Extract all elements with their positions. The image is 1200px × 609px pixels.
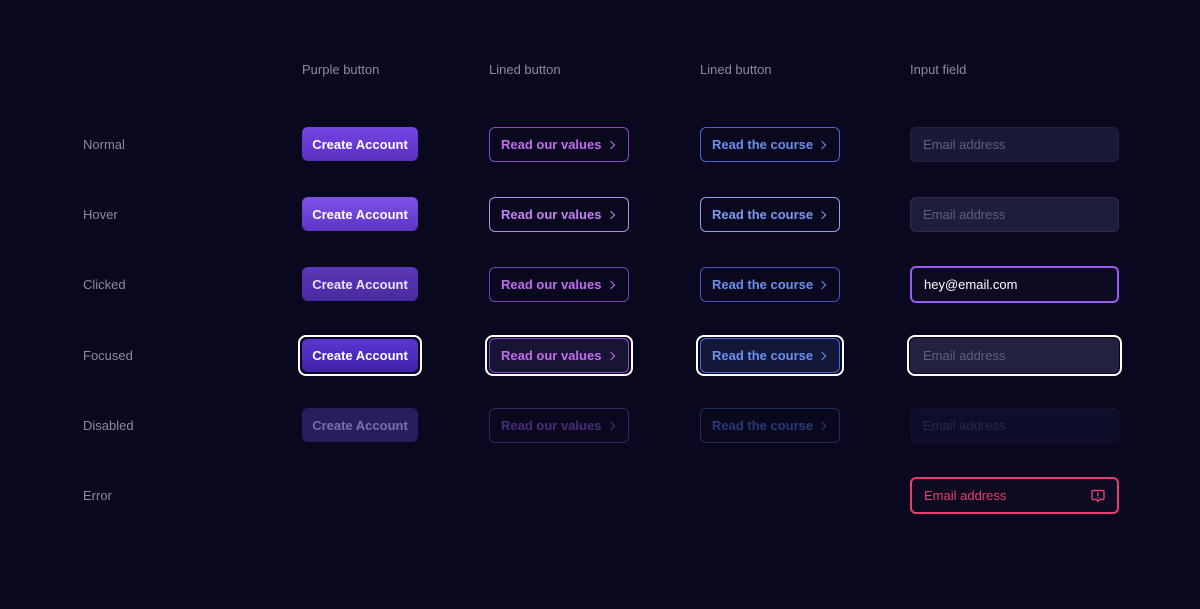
- read-course-button-normal[interactable]: Read the course: [700, 127, 840, 162]
- email-input-disabled: Email address: [910, 408, 1119, 443]
- chevron-right-icon: [817, 351, 827, 360]
- row-label-normal: Normal: [83, 137, 125, 152]
- read-values-label: Read our values: [501, 137, 602, 152]
- row-label-disabled: Disabled: [83, 418, 134, 433]
- chevron-right-icon: [606, 280, 616, 289]
- read-values-button-clicked[interactable]: Read our values: [489, 267, 629, 302]
- email-input-normal[interactable]: Email address: [910, 127, 1119, 162]
- row-label-focused: Focused: [83, 348, 133, 363]
- read-course-button-disabled: Read the course: [700, 408, 840, 443]
- chevron-right-icon: [817, 421, 827, 430]
- read-values-button-normal[interactable]: Read our values: [489, 127, 629, 162]
- read-course-label: Read the course: [712, 207, 814, 222]
- chevron-right-icon: [817, 210, 827, 219]
- create-account-button-disabled: Create Account: [302, 408, 418, 442]
- email-input-clicked[interactable]: hey@email.com: [910, 266, 1119, 303]
- read-course-button-clicked[interactable]: Read the course: [700, 267, 840, 302]
- column-header-lined-button-course: Lined button: [700, 62, 772, 77]
- read-values-button-hover[interactable]: Read our values: [489, 197, 629, 232]
- read-values-label: Read our values: [501, 207, 602, 222]
- chevron-right-icon: [606, 351, 616, 360]
- create-account-button-clicked[interactable]: Create Account: [302, 267, 418, 301]
- column-header-input-field: Input field: [910, 62, 967, 77]
- read-values-label: Read our values: [501, 277, 602, 292]
- read-course-label: Read the course: [712, 348, 814, 363]
- read-values-label: Read our values: [501, 418, 602, 433]
- chevron-right-icon: [817, 140, 827, 149]
- read-course-label: Read the course: [712, 418, 814, 433]
- chevron-right-icon: [817, 280, 827, 289]
- read-course-button-hover[interactable]: Read the course: [700, 197, 840, 232]
- alert-icon: [1091, 489, 1105, 503]
- row-label-clicked: Clicked: [83, 277, 126, 292]
- chevron-right-icon: [606, 421, 616, 430]
- column-header-lined-button-values: Lined button: [489, 62, 561, 77]
- create-account-button-hover[interactable]: Create Account: [302, 197, 418, 231]
- read-values-button-disabled: Read our values: [489, 408, 629, 443]
- read-course-button-focused[interactable]: Read the course: [700, 338, 840, 373]
- create-account-button-normal[interactable]: Create Account: [302, 127, 418, 161]
- email-input-focused[interactable]: Email address: [910, 338, 1119, 373]
- email-input-error[interactable]: Email address: [910, 477, 1119, 514]
- read-values-button-focused[interactable]: Read our values: [489, 338, 629, 373]
- read-course-label: Read the course: [712, 277, 814, 292]
- chevron-right-icon: [606, 140, 616, 149]
- row-label-hover: Hover: [83, 207, 118, 222]
- read-course-label: Read the course: [712, 137, 814, 152]
- row-label-error: Error: [83, 488, 112, 503]
- create-account-button-focused[interactable]: Create Account: [302, 339, 418, 372]
- chevron-right-icon: [606, 210, 616, 219]
- email-input-error-text: Email address: [924, 488, 1007, 503]
- email-input-hover[interactable]: Email address: [910, 197, 1119, 232]
- read-values-label: Read our values: [501, 348, 602, 363]
- column-header-purple-button: Purple button: [302, 62, 380, 77]
